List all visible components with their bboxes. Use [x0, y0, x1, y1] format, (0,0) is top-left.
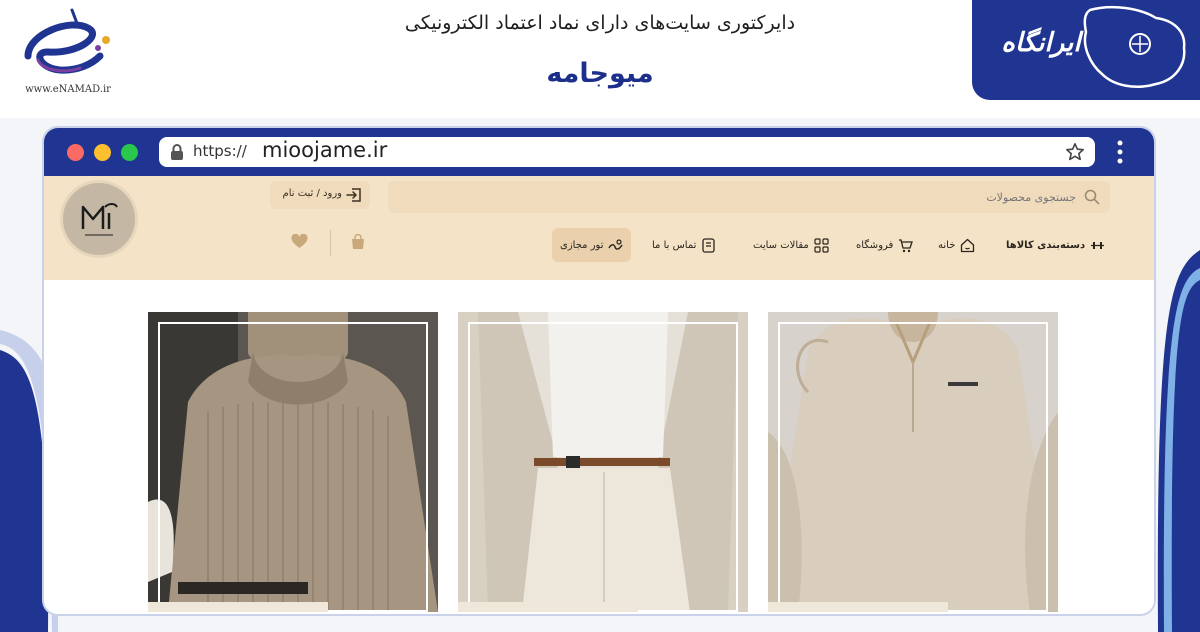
minimize-window-button[interactable] — [94, 144, 111, 161]
shop-icon — [899, 238, 914, 252]
articles-icon — [814, 237, 829, 253]
browser-menu-icon[interactable] — [1116, 140, 1124, 164]
enamad-url-text: www.eNAMAD.ir — [25, 84, 111, 95]
virtual-tour-icon — [608, 238, 624, 250]
irangah-wordmark: ایرانگاه — [1001, 28, 1081, 58]
nav-articles[interactable]: مقالات سایت — [753, 228, 829, 262]
lock-icon — [171, 144, 183, 160]
card-label-strip — [148, 602, 328, 612]
nav-shop-label: فروشگاه — [856, 239, 894, 251]
main-navigation: تور مجازی تماس با ما مقالات سایت فروشگاه… — [552, 228, 1105, 262]
login-register-button[interactable]: ورود / ثبت نام — [270, 181, 370, 209]
product-card-sweater[interactable] — [148, 312, 438, 612]
nav-contact[interactable]: تماس با ما — [652, 228, 716, 262]
product-search-bar[interactable] — [388, 181, 1110, 213]
search-icon[interactable] — [1084, 189, 1100, 205]
directory-title: دایرکتوری سایت‌های دارای نماد اعتماد الک… — [404, 12, 796, 34]
browser-window: https:// mioojame.ir ورود / ثبت — [42, 126, 1156, 616]
product-card-hoodie[interactable] — [768, 312, 1058, 612]
cart-icon[interactable] — [350, 234, 366, 250]
url-domain: mioojame.ir — [262, 138, 388, 162]
nav-categories[interactable]: دسته‌بندی کالاها — [1006, 228, 1105, 262]
home-icon — [961, 238, 975, 252]
url-protocol: https:// — [193, 142, 247, 160]
card-frame — [158, 322, 428, 612]
product-showcase — [44, 280, 1154, 614]
right-wave-decoration — [1157, 250, 1200, 632]
nav-contact-label: تماس با ما — [652, 239, 697, 251]
header-divider — [330, 230, 331, 256]
card-label-strip — [458, 602, 638, 612]
irangah-badge[interactable]: ایرانگاه — [972, 0, 1200, 100]
contact-icon — [702, 237, 716, 253]
enamad-logo-icon — [24, 8, 110, 74]
heart-icon[interactable] — [291, 234, 308, 249]
enamad-logo[interactable]: www.eNAMAD.ir — [8, 4, 118, 96]
directory-header: www.eNAMAD.ir دایرکتوری سایت‌های دارای ن… — [0, 0, 1200, 118]
nav-shop[interactable]: فروشگاه — [856, 228, 914, 262]
product-card-suit[interactable] — [458, 312, 748, 612]
card-frame — [468, 322, 738, 612]
close-window-button[interactable] — [67, 144, 84, 161]
nav-articles-label: مقالات سایت — [753, 239, 809, 251]
categories-icon — [1091, 241, 1105, 249]
card-frame — [778, 322, 1048, 612]
nav-home[interactable]: خانه — [938, 228, 975, 262]
card-label-strip — [768, 602, 948, 612]
nav-virtual-tour[interactable]: تور مجازی — [552, 228, 632, 262]
address-bar[interactable]: https:// mioojame.ir — [159, 137, 1095, 167]
mioojame-monogram-icon — [81, 203, 118, 236]
maximize-window-button[interactable] — [121, 144, 138, 161]
search-input[interactable] — [476, 181, 1076, 213]
nav-virtual-tour-label: تور مجازی — [560, 239, 604, 251]
site-header: ورود / ثبت نام تور مجازی ت — [44, 176, 1154, 280]
mioojame-logo[interactable] — [60, 180, 138, 258]
login-icon — [346, 188, 361, 202]
site-name-title: میوجامه — [546, 58, 654, 89]
login-register-label: ورود / ثبت نام — [282, 188, 343, 199]
star-icon[interactable] — [1065, 142, 1085, 162]
nav-home-label: خانه — [938, 239, 956, 251]
browser-toolbar: https:// mioojame.ir — [44, 128, 1154, 176]
nav-categories-label: دسته‌بندی کالاها — [1006, 239, 1086, 251]
